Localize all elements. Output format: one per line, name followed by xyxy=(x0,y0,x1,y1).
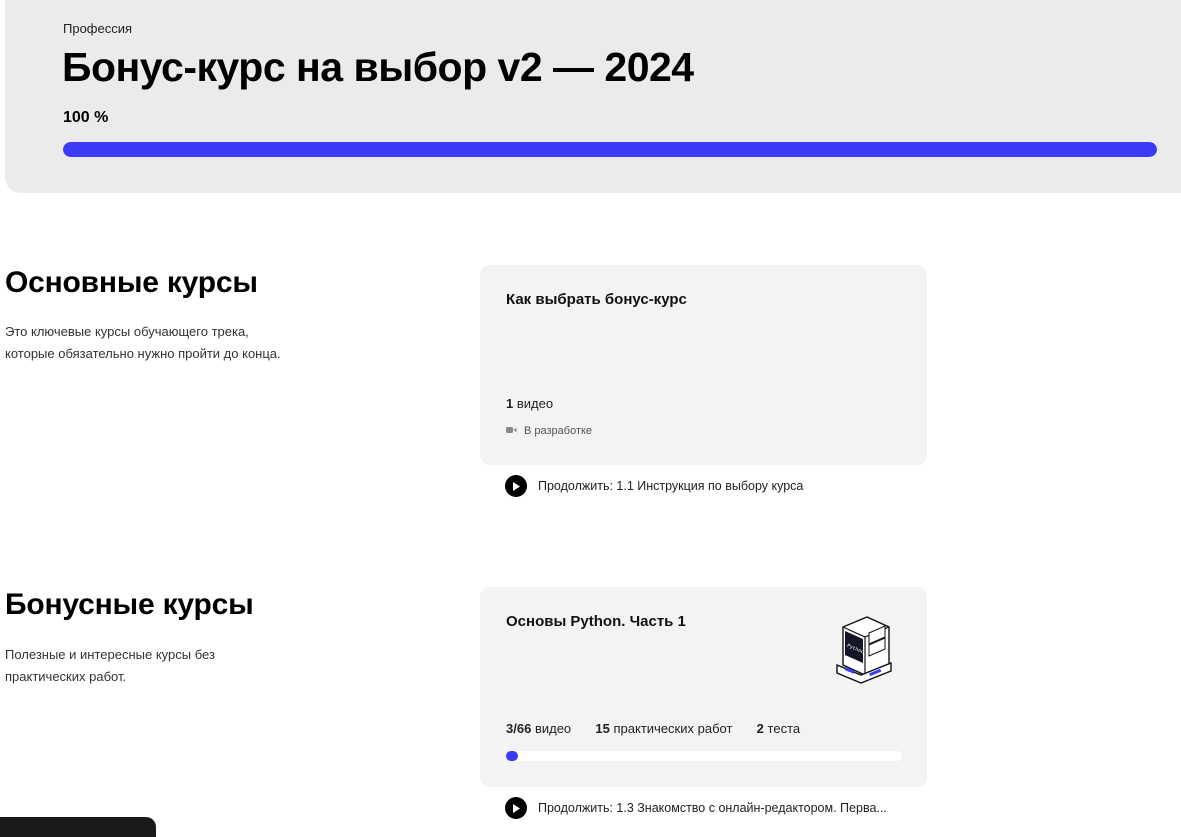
progress-percent: 100 % xyxy=(63,109,109,126)
test-count-label: теста xyxy=(767,721,801,736)
section-desc-line: Полезные и интересные курсы без xyxy=(5,647,215,662)
course-card-choose-bonus[interactable]: Как выбрать бонус-курс 1 видео В разрабо… xyxy=(480,265,927,465)
course-title: Основы Python. Часть 1 xyxy=(506,613,686,630)
practice-count-label: практических работ xyxy=(613,721,733,736)
section-desc-main: Это ключевые курсы обучающего трека, кот… xyxy=(5,321,335,365)
section-desc-line: практических работ. xyxy=(5,669,127,684)
section-desc-line: которые обязательно нужно пройти до конц… xyxy=(5,346,281,361)
continue-link-main[interactable]: Продолжить: 1.1 Инструкция по выбору кур… xyxy=(505,475,803,497)
section-desc-bonus: Полезные и интересные курсы без практиче… xyxy=(5,644,335,688)
profession-progress-bar xyxy=(63,142,1157,157)
play-icon[interactable] xyxy=(505,475,527,497)
course-title: Как выбрать бонус-курс xyxy=(506,291,687,308)
course-stats: 3/66 видео 15 практических работ 2 теста xyxy=(506,721,800,736)
page-title: Бонус-курс на выбор v2 — 2024 xyxy=(62,44,694,90)
course-stats: 1 видео xyxy=(506,396,553,411)
test-count: 2 xyxy=(756,721,764,736)
section-title-main: Основные курсы xyxy=(5,266,258,299)
course-status: В разработке xyxy=(506,425,592,437)
profession-header: Профессия Бонус-курс на выбор v2 — 2024 … xyxy=(5,0,1181,193)
section-desc-line: Это ключевые курсы обучающего трека, xyxy=(5,324,249,339)
practice-count: 15 xyxy=(595,721,610,736)
video-count: 1 xyxy=(506,396,514,411)
status-text: В разработке xyxy=(524,425,593,437)
course-card-python[interactable]: Основы Python. Часть 1 Python 3/66 видео… xyxy=(480,587,927,787)
video-camera-icon xyxy=(506,425,517,437)
section-title-bonus: Бонусные курсы xyxy=(5,588,254,621)
floating-panel-edge[interactable] xyxy=(0,817,156,837)
profession-progress-fill xyxy=(63,142,1157,157)
computer-illustration: Python xyxy=(833,613,893,685)
video-count-label: видео xyxy=(534,721,572,736)
video-count: 3/66 xyxy=(506,721,532,736)
continue-link-bonus[interactable]: Продолжить: 1.3 Знакомство с онлайн-реда… xyxy=(505,797,887,819)
course-progress-bar xyxy=(506,751,902,761)
course-progress-fill xyxy=(506,751,518,761)
play-icon[interactable] xyxy=(505,797,527,819)
continue-text[interactable]: Продолжить: 1.1 Инструкция по выбору кур… xyxy=(538,479,803,493)
continue-text[interactable]: Продолжить: 1.3 Знакомство с онлайн-реда… xyxy=(538,801,887,815)
profession-label: Профессия xyxy=(63,21,133,36)
video-count-label: видео xyxy=(516,396,554,411)
